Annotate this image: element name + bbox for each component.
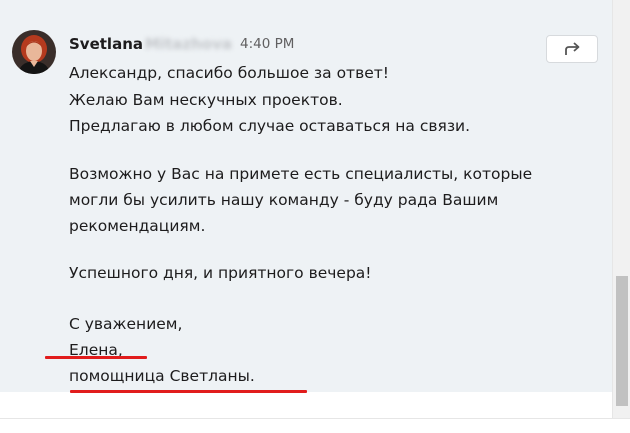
avatar[interactable] <box>12 30 56 74</box>
message-line: помощница Светланы. <box>69 367 255 385</box>
message-line: рекомендациям. <box>69 217 206 235</box>
share-message-button[interactable] <box>546 35 598 63</box>
message-line: Возможно у Вас на примете есть специалис… <box>69 165 533 183</box>
bottom-divider <box>0 418 630 433</box>
message-line: могли бы усилить нашу команду - буду рад… <box>69 191 499 209</box>
sender-surname-blurred: Mitazhova <box>145 35 232 53</box>
message-container: Svetlana Mitazhova 4:40 PM Александр, сп… <box>0 0 612 393</box>
vertical-scrollbar[interactable] <box>612 0 630 420</box>
message-line: Успешного дня, и приятного вечера! <box>69 264 372 282</box>
sender-name[interactable]: Svetlana <box>69 35 143 53</box>
annotation-underline <box>45 356 147 359</box>
message-header: Svetlana Mitazhova 4:40 PM <box>69 34 294 54</box>
message-line: Александр, спасибо большое за ответ! <box>69 64 389 82</box>
message-line: С уважением, <box>69 315 183 333</box>
timestamp[interactable]: 4:40 PM <box>240 36 294 52</box>
share-forward-icon <box>565 42 580 55</box>
message-line: Желаю Вам нескучных проектов. <box>69 91 343 109</box>
annotation-underline <box>70 390 307 393</box>
message-line: Предлагаю в любом случае оставаться на с… <box>69 117 471 135</box>
scrollbar-thumb[interactable] <box>616 276 628 406</box>
user-avatar-photo-icon <box>12 30 56 74</box>
